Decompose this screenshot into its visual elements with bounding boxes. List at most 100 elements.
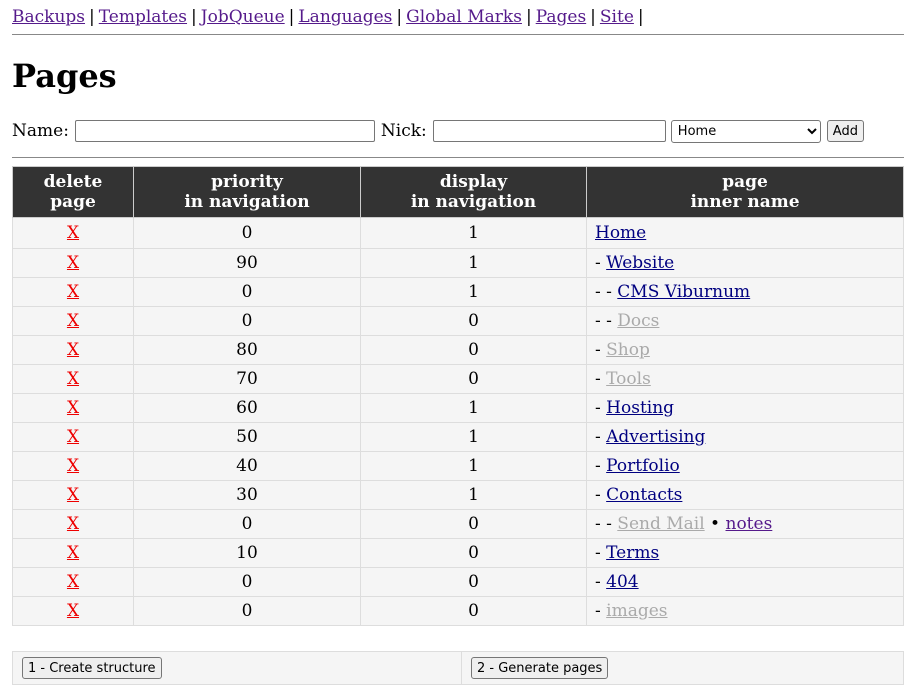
delete-page-link[interactable]: X bbox=[67, 572, 79, 592]
nav-separator: | bbox=[191, 7, 197, 27]
table-row: X 50 1- Advertising bbox=[12, 422, 904, 452]
page-link[interactable]: Home bbox=[595, 223, 646, 243]
nesting-prefix: - bbox=[595, 601, 607, 621]
page-link[interactable]: Docs bbox=[617, 311, 659, 331]
priority-cell: 60 bbox=[133, 393, 361, 423]
delete-page-link[interactable]: X bbox=[67, 485, 79, 505]
table-row: X00- - Docs bbox=[12, 306, 904, 336]
delete-page-link[interactable]: X bbox=[67, 514, 79, 534]
display-cell: 0 bbox=[360, 596, 587, 626]
priority-cell: 90 bbox=[133, 248, 361, 278]
page-link[interactable]: Shop bbox=[606, 340, 650, 360]
generate-pages-button[interactable]: 2 - Generate pages bbox=[471, 657, 609, 679]
page-name-cell: - Contacts bbox=[586, 480, 904, 510]
delete-page-link[interactable]: X bbox=[67, 311, 79, 331]
nav-separator: | bbox=[637, 7, 644, 27]
nav-link-site[interactable]: Site bbox=[600, 7, 634, 27]
nesting-prefix: - - bbox=[595, 514, 618, 534]
priority-cell: 10 bbox=[133, 538, 361, 568]
delete-cell: X bbox=[12, 451, 134, 481]
display-cell: 0 bbox=[360, 538, 587, 568]
nesting-prefix: - bbox=[595, 427, 607, 447]
page-name-cell: - 404 bbox=[586, 567, 904, 597]
delete-cell: X bbox=[12, 335, 134, 365]
page-link[interactable]: CMS Viburnum bbox=[617, 282, 750, 302]
add-page-form: Name: Nick: Home Add bbox=[12, 113, 904, 149]
action-cell: 2 - Generate pages bbox=[462, 652, 903, 684]
page-link[interactable]: images bbox=[606, 601, 667, 621]
page-name-cell: - - CMS Viburnum bbox=[586, 277, 904, 307]
page-name-cell: Home bbox=[586, 217, 904, 249]
create-structure-button[interactable]: 1 - Create structure bbox=[22, 657, 162, 679]
page-link[interactable]: Website bbox=[606, 253, 674, 273]
add-button[interactable]: Add bbox=[826, 120, 864, 142]
display-cell: 1 bbox=[360, 451, 587, 481]
delete-cell: X bbox=[12, 364, 134, 394]
page-name-cell: - - Docs bbox=[586, 306, 904, 336]
display-cell: 1 bbox=[360, 277, 587, 307]
nav-link-pages[interactable]: Pages bbox=[536, 7, 586, 27]
page-name-cell: - images bbox=[586, 596, 904, 626]
delete-cell: X bbox=[12, 509, 134, 539]
table-row: X 60 1- Hosting bbox=[12, 393, 904, 423]
table-row: X00- 404 bbox=[12, 567, 904, 597]
action-bar: 1 - Create structure 2 - Generate pages bbox=[12, 651, 904, 685]
page-link[interactable]: Tools bbox=[606, 369, 651, 389]
page-link[interactable]: Send Mail bbox=[617, 514, 704, 534]
page-name-cell: - Tools bbox=[586, 364, 904, 394]
page-link[interactable]: Hosting bbox=[606, 398, 674, 418]
nav-separator: | bbox=[525, 7, 532, 27]
page-link[interactable]: Contacts bbox=[606, 485, 682, 505]
delete-cell: X bbox=[12, 480, 134, 510]
name-input[interactable] bbox=[74, 120, 375, 142]
delete-page-link[interactable]: X bbox=[67, 543, 79, 563]
delete-page-link[interactable]: X bbox=[67, 398, 79, 418]
nesting-prefix: - bbox=[595, 369, 607, 389]
delete-page-link[interactable]: X bbox=[67, 369, 79, 389]
nav-link-jobqueue[interactable]: JobQueue bbox=[201, 7, 285, 27]
delete-page-link[interactable]: X bbox=[67, 253, 79, 273]
delete-cell: X bbox=[12, 393, 134, 423]
parent-page-select[interactable]: Home bbox=[670, 119, 821, 143]
delete-page-link[interactable]: X bbox=[67, 340, 79, 360]
header-display: display in navigation bbox=[360, 166, 587, 218]
display-cell: 0 bbox=[360, 335, 587, 365]
delete-page-link[interactable]: X bbox=[67, 456, 79, 476]
bullet-separator: • bbox=[704, 514, 726, 534]
priority-cell: 50 bbox=[133, 422, 361, 452]
nesting-prefix: - - bbox=[595, 311, 618, 331]
priority-cell: 0 bbox=[133, 277, 361, 307]
priority-cell: 30 bbox=[133, 480, 361, 510]
page-name-cell: - - Send Mail • notes bbox=[586, 509, 904, 539]
page-name-cell: - Hosting bbox=[586, 393, 904, 423]
nick-label: Nick: bbox=[380, 121, 427, 141]
delete-cell: X bbox=[12, 248, 134, 278]
nav-separator: | bbox=[590, 7, 596, 27]
delete-cell: X bbox=[12, 217, 134, 249]
delete-page-link[interactable]: X bbox=[67, 601, 79, 621]
nav-link-languages[interactable]: Languages bbox=[298, 7, 392, 27]
delete-page-link[interactable]: X bbox=[67, 427, 79, 447]
nav-separator: | bbox=[89, 7, 95, 27]
nav-link-global-marks[interactable]: Global Marks bbox=[406, 7, 522, 27]
delete-page-link[interactable]: X bbox=[67, 282, 79, 302]
priority-cell: 0 bbox=[133, 306, 361, 336]
page-link[interactable]: Terms bbox=[606, 543, 659, 563]
table-row: X 70 0- Tools bbox=[12, 364, 904, 394]
nav-link-templates[interactable]: Templates bbox=[99, 7, 187, 27]
priority-cell: 80 bbox=[133, 335, 361, 365]
delete-page-link[interactable]: X bbox=[67, 223, 79, 243]
page-name-cell: - Portfolio bbox=[586, 451, 904, 481]
header-delete-page: delete page bbox=[12, 166, 134, 218]
priority-cell: 0 bbox=[133, 509, 361, 539]
table-row: X00- images bbox=[12, 596, 904, 626]
display-cell: 1 bbox=[360, 393, 587, 423]
notes-link[interactable]: notes bbox=[726, 514, 773, 534]
nick-input[interactable] bbox=[432, 120, 666, 142]
page-link[interactable]: Portfolio bbox=[606, 456, 680, 476]
table-header-row: delete page priority in navigation display… bbox=[12, 166, 904, 218]
page-link[interactable]: 404 bbox=[606, 572, 638, 592]
nav-link-backups[interactable]: Backups bbox=[12, 7, 85, 27]
display-cell: 1 bbox=[360, 217, 587, 249]
page-link[interactable]: Advertising bbox=[606, 427, 705, 447]
